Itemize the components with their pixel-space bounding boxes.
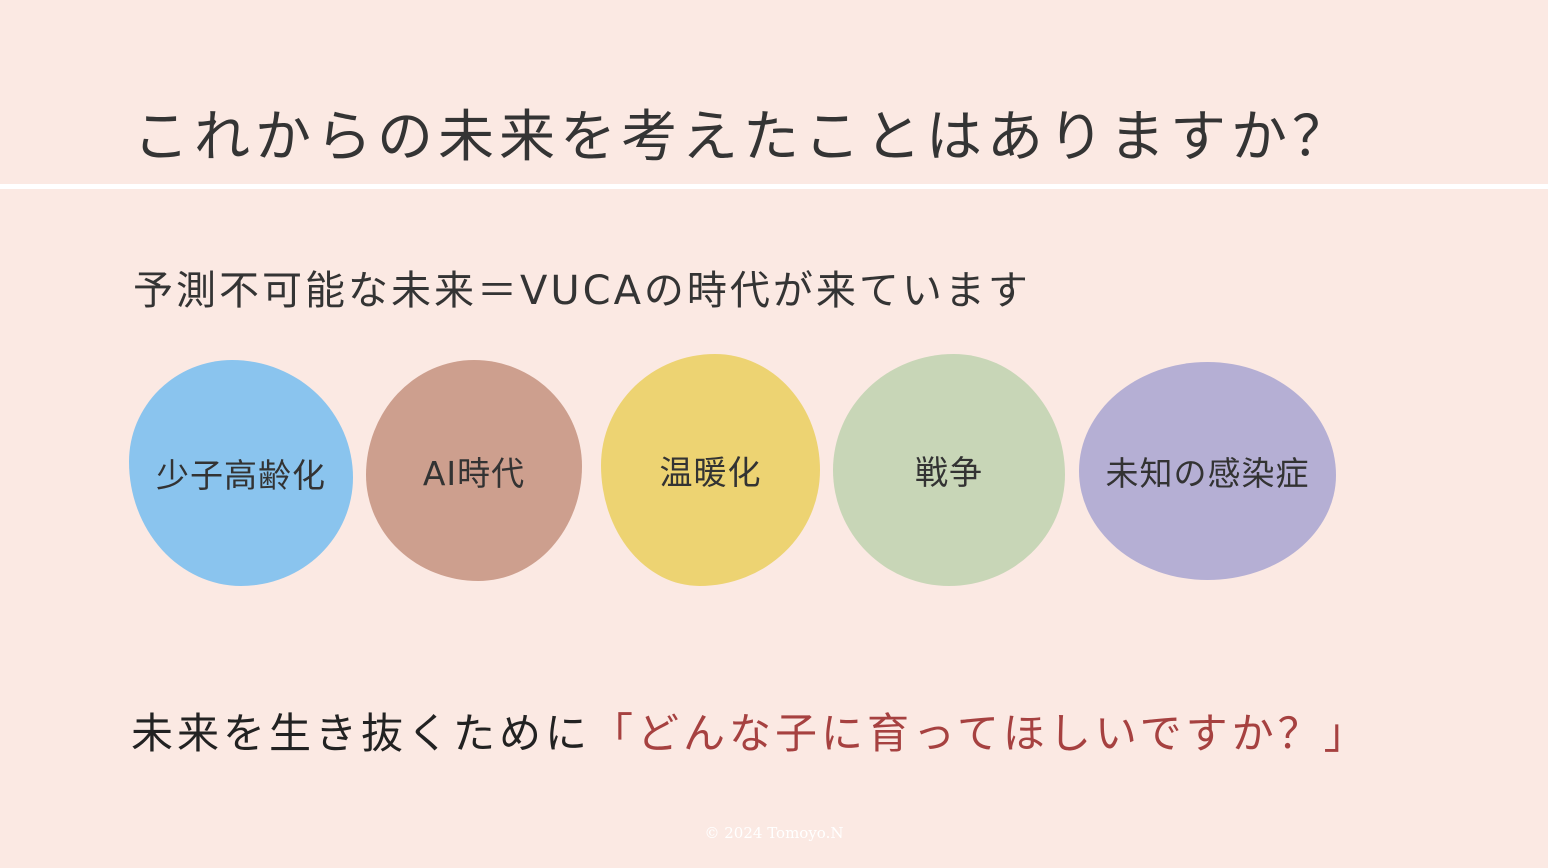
slide-subtitle: 予測不可能な未来＝VUCAの時代が来ています [133, 268, 1031, 314]
topic-blob-warming: 温暖化 [601, 354, 820, 586]
topic-label: 戦争 [915, 453, 983, 492]
slide-title: これからの未来を考えたことはありますか？ [133, 105, 1353, 170]
closing-prefix: 未来を生き抜くために [131, 709, 592, 758]
topic-blob-aging: 少子高齢化 [129, 360, 353, 586]
topic-blob-pandemic: 未知の感染症 [1079, 362, 1336, 580]
topic-label: 少子高齢化 [156, 456, 326, 495]
topic-label: AI時代 [422, 453, 526, 493]
topic-blob-ai: AI時代 [366, 360, 582, 581]
topic-label: 未知の感染症 [1105, 454, 1310, 493]
topic-label: 温暖化 [659, 453, 762, 492]
closing-question: 未来を生き抜くために「どんな子に育ってほしいですか？」 [131, 700, 1370, 761]
title-divider [0, 184, 1548, 189]
copyright-footer: © 2024 Tomoyo.N [704, 824, 844, 842]
closing-highlight: 「どんな子に育ってほしいですか？」 [591, 709, 1370, 758]
topic-blob-war: 戦争 [833, 354, 1065, 586]
